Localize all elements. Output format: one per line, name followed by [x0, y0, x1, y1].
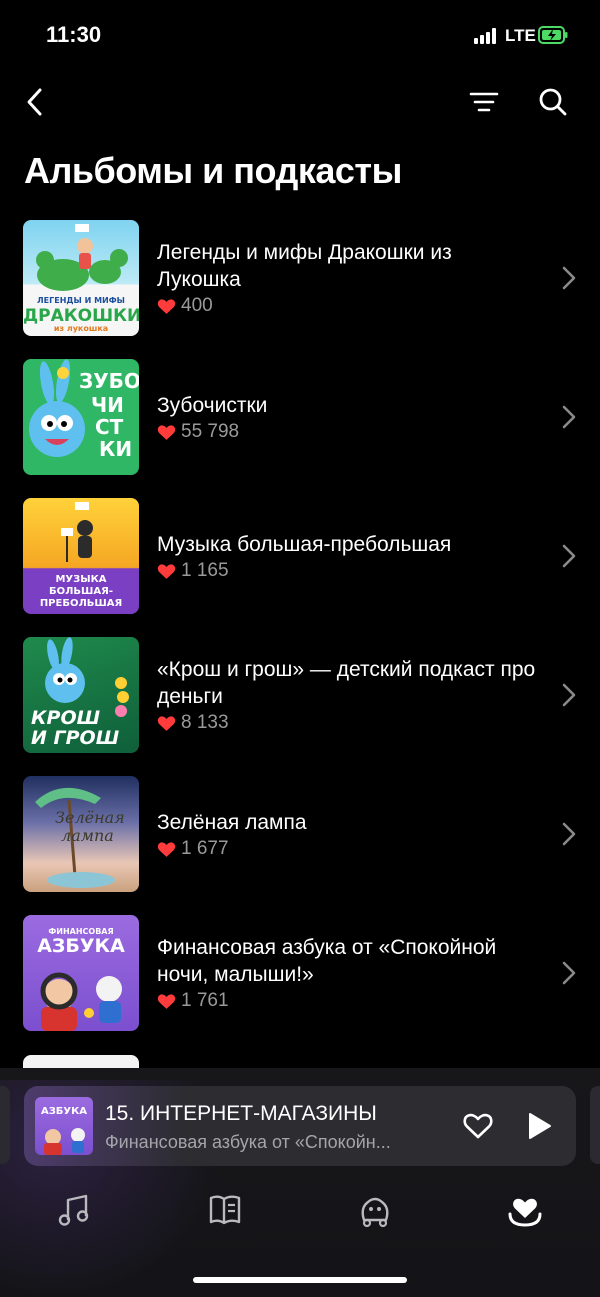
battery-charging-icon [538, 26, 568, 44]
likes-count: 1 677 [181, 837, 229, 859]
album-title: «Крош и грош» — детский подкаст про день… [157, 658, 536, 708]
chevron-right-icon [562, 961, 576, 985]
album-title: Зелёная лампа [157, 810, 307, 834]
like-button[interactable] [462, 1110, 494, 1142]
page-title: Альбомы и подкасты [24, 150, 402, 191]
home-indicator [193, 1277, 407, 1283]
album-list: ЛЕГЕНДЫ И МИФЫ ДРАКОШКИ из лукошка Леген… [0, 220, 600, 1054]
back-button[interactable] [14, 82, 54, 122]
search-icon [539, 88, 567, 116]
likes-count: 1 761 [181, 990, 229, 1011]
cover-text: ПРЕБОЛЬШАЯ [39, 598, 123, 609]
album-cover: ЗУБО ЧИ СТ КИ [23, 359, 139, 475]
cover-text: КРОШ [31, 707, 101, 729]
album-item[interactable]: ФИНАНСОВАЯ АЗБУКА Финансовая азбука от «… [0, 915, 600, 1054]
top-nav [0, 70, 600, 130]
cover-text: ЧИ [91, 393, 124, 417]
chevron-right-icon [562, 405, 576, 429]
player-prev-peek[interactable] [0, 1086, 10, 1164]
chevron-right-icon [562, 544, 576, 568]
music-note-icon [58, 1194, 89, 1226]
play-button[interactable] [524, 1110, 554, 1142]
tab-books[interactable] [203, 1188, 247, 1232]
cover-text: АЗБУКА [40, 1106, 88, 1117]
likes-count: 400 [181, 295, 213, 316]
sort-icon [469, 92, 499, 112]
album-cover: ЛЕГЕНДЫ И МИФЫ ДРАКОШКИ из лукошка [23, 220, 139, 336]
search-button[interactable] [533, 82, 573, 122]
chevron-right-icon [562, 266, 576, 290]
cover-text: КИ [99, 437, 133, 461]
cover-text: СТ [95, 415, 124, 439]
likes: 8 133 [157, 712, 540, 734]
album-title: Легенды и мифы Дракошки из Лукошка [157, 241, 452, 291]
heart-icon [157, 994, 176, 1009]
likes-count: 8 133 [181, 712, 229, 733]
album-item[interactable]: ЛЕГЕНДЫ И МИФЫ ДРАКОШКИ из лукошка Леген… [0, 220, 600, 359]
mini-player[interactable]: АЗБУКА 15. ИНТЕРНЕТ-МАГАЗИНЫ Финансовая … [24, 1086, 576, 1166]
album-item[interactable]: Зелёная лампа Зелёная лампа 1 677 [0, 776, 600, 915]
likes-count: 55 798 [181, 420, 240, 442]
player-next-peek[interactable] [590, 1086, 600, 1164]
cover-text: МУЗЫКА [55, 574, 107, 585]
cover-text: ДРАКОШКИ [23, 306, 139, 326]
kids-icon [361, 1197, 389, 1228]
likes: 1 761 [157, 990, 540, 1012]
album-cover: Зелёная лампа [23, 776, 139, 892]
album-cover: КРОШ И ГРОШ [23, 637, 139, 753]
album-item[interactable]: КРОШ И ГРОШ «Крош и грош» — детский подк… [0, 637, 600, 776]
status-time: 11:30 [46, 22, 102, 47]
heart-icon [157, 563, 176, 579]
album-title: Музыка большая-пребольшая [157, 532, 452, 556]
tab-collection[interactable] [503, 1188, 547, 1232]
network-type: LTE [505, 26, 536, 45]
likes: 400 [157, 295, 540, 317]
cover-text: ЗУБО [79, 369, 139, 393]
signal-icon [474, 28, 500, 44]
track-subtitle: Финансовая азбука от «Спокойн... [105, 1132, 391, 1152]
cover-text: И ГРОШ [31, 727, 120, 749]
cover-text: АЗБУКА [37, 935, 125, 957]
tab-music[interactable] [52, 1188, 96, 1232]
chevron-right-icon [562, 822, 576, 846]
tab-bar [0, 1180, 600, 1240]
likes: 1 165 [157, 560, 540, 582]
sort-button[interactable] [464, 82, 504, 122]
heart-icon [157, 841, 176, 857]
likes: 55 798 [157, 421, 540, 443]
back-arrow-icon [27, 88, 42, 116]
likes-count: 1 165 [181, 559, 229, 581]
heart-icon [157, 424, 176, 440]
status-bar: 11:30 LTE [0, 0, 600, 70]
cover-text: лампа [61, 826, 114, 845]
likes: 1 677 [157, 838, 540, 860]
tab-kids[interactable] [353, 1188, 397, 1232]
album-item[interactable]: ЗУБО ЧИ СТ КИ Зубочистки 55 798 [0, 359, 600, 498]
cover-text: Зелёная [55, 808, 125, 827]
album-title: Финансовая азбука от «Спокойной ночи, ма… [157, 936, 497, 986]
heart-icon [157, 716, 176, 731]
cover-text: БОЛЬШАЯ- [49, 586, 113, 597]
album-cover: МУЗЫКА БОЛЬШАЯ- ПРЕБОЛЬШАЯ [23, 498, 139, 614]
cover-text: из лукошка [53, 324, 109, 333]
cover-text: ЛЕГЕНДЫ И МИФЫ [37, 296, 125, 305]
track-title: 15. ИНТЕРНЕТ-МАГАЗИНЫ [105, 1102, 377, 1125]
album-item[interactable]: МУЗЫКА БОЛЬШАЯ- ПРЕБОЛЬШАЯ Музыка больша… [0, 498, 600, 637]
collection-heart-icon [508, 1198, 542, 1227]
player-cover: АЗБУКА [35, 1097, 93, 1155]
chevron-right-icon [562, 683, 576, 707]
book-icon [209, 1195, 241, 1225]
album-cover: ФИНАНСОВАЯ АЗБУКА [23, 915, 139, 1031]
album-title: Зубочистки [157, 393, 268, 417]
heart-icon [157, 299, 176, 314]
